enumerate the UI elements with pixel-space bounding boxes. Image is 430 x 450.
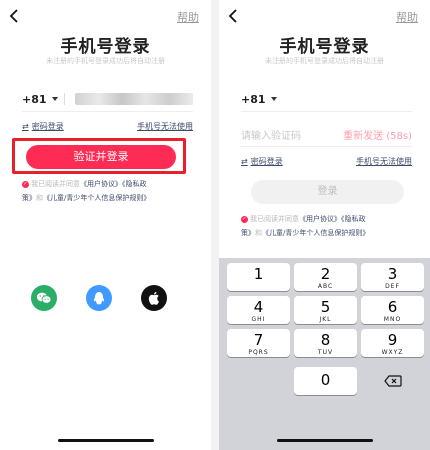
country-code[interactable]: +81 [241,93,266,106]
key-letters: GHI [251,316,266,323]
divider [241,146,412,147]
key-6[interactable]: 6 MNO [361,296,424,324]
page-subtitle: 未注册的手机号登录成功后将自动注册 [46,57,165,65]
privacy-link-cont[interactable]: 策》 [241,229,255,237]
privacy-link[interactable]: 《隐私政 [341,215,366,223]
divider [63,93,65,105]
key-letters: WXYZ [381,349,404,356]
phone-number-redacted[interactable] [74,93,193,105]
user-agreement-link[interactable]: 《用户协议》 [80,180,122,188]
key-digit: 8 [320,331,331,349]
key-digit: 5 [320,298,331,316]
back-icon[interactable] [224,6,244,26]
agreement-text: ✓ 我已阅读并同意《用户协议》《隐私政 策》和《儿童/青少年个人信息保护规则》 [22,177,201,205]
key-letters: MNO [383,316,402,323]
check-icon[interactable]: ✓ [241,215,248,223]
check-icon[interactable]: ✓ [22,180,29,188]
help-link[interactable]: 帮助 [396,9,418,25]
divider [22,111,193,112]
key-digit: 6 [387,298,398,316]
key-letters: ABC [317,283,334,290]
links-row: ⇄ 密码登录 手机号无法使用 [22,121,193,132]
back-icon[interactable] [5,6,25,26]
code-input-row[interactable]: 请输入验证码 重新发送 (58s) [241,127,412,142]
page-title: 手机号登录 [279,37,370,57]
privacy-link-cont[interactable]: 策》 [22,194,36,202]
key-5[interactable]: 5 JKL [294,296,357,324]
key-7[interactable]: 7 PQRS [227,329,290,357]
chevron-down-icon[interactable] [51,97,58,101]
wechat-login-button[interactable] [31,285,57,311]
page-title: 手机号登录 [60,37,151,57]
key-digit: 1 [253,265,264,283]
help-link[interactable]: 帮助 [177,9,199,25]
key-3[interactable]: 3 DEF [361,263,424,291]
wechat-icon [36,292,52,304]
numeric-keypad: 1 2 ABC 3 DEF 4 GHI 5 JKL 6 MNO 7 PQRS 8 TUV 9W… [219,258,430,450]
home-indicator [276,439,373,442]
key-digit: 3 [387,265,398,283]
key-4[interactable]: 4 GHI [227,296,290,324]
right-screen: 帮助 手机号登录 未注册的手机号登录成功后将自动注册 +81 请输入验证码 重新… [219,0,430,450]
home-indicator [57,439,154,442]
country-code[interactable]: +81 [22,93,47,106]
resend-countdown: 重新发送 (58s) [343,131,412,142]
code-input[interactable]: 请输入验证码 [241,127,301,142]
key-2[interactable]: 2 ABC [294,263,357,291]
login-button[interactable]: 登录 [251,180,404,204]
phone-input-row[interactable]: +81 [22,89,193,109]
key-letters: JKL [319,316,332,323]
backspace-icon [383,375,402,387]
key-9[interactable]: 9 WXYZ [361,329,424,357]
qq-login-button[interactable] [86,285,112,311]
page-subtitle: 未注册的手机号登录成功后将自动注册 [265,57,384,65]
agree-prefix: 我已阅读并同意 [31,180,80,188]
password-login-link[interactable]: ⇄ 密码登录 [241,156,283,167]
links-row: ⇄ 密码登录 手机号无法使用 [241,156,412,167]
key-digit: 2 [320,265,331,283]
and-text: 和 [255,229,262,237]
minor-policy-link[interactable]: 《儿童/青少年个人信息保护规则》 [262,229,369,237]
verify-login-button[interactable]: 验证并登录 [26,145,176,169]
key-digit: 0 [320,371,331,389]
password-login-label: 密码登录 [31,122,64,131]
delete-key[interactable] [361,367,424,395]
key-digit: 7 [253,331,264,349]
key-letters: DEF [385,283,400,290]
left-screen: 帮助 手机号登录 未注册的手机号登录成功后将自动注册 +81 ⇄ 密码登录 手机号… [0,0,211,450]
key-digit: 9 [387,331,398,349]
password-login-link[interactable]: ⇄ 密码登录 [22,121,64,132]
password-login-label: 密码登录 [250,157,283,166]
user-agreement-link[interactable]: 《用户协议》 [299,215,341,223]
and-text: 和 [36,194,43,202]
apple-icon [148,291,159,305]
panel-divider [211,0,219,450]
qq-icon [93,291,105,304]
key-digit: 4 [253,298,264,316]
key-1[interactable]: 1 [227,263,290,291]
agreement-text: ✓ 我已阅读并同意《用户协议》《隐私政 策》和《儿童/青少年个人信息保护规则》 [241,212,420,240]
chevron-down-icon[interactable] [270,97,277,101]
agree-prefix: 我已阅读并同意 [250,215,299,223]
privacy-link[interactable]: 《隐私政 [122,180,147,188]
divider [241,111,412,112]
phone-unavailable-link[interactable]: 手机号无法使用 [137,121,193,132]
key-letters: TUV [317,349,334,356]
minor-policy-link[interactable]: 《儿童/青少年个人信息保护规则》 [43,194,150,202]
swap-icon: ⇄ [22,122,29,131]
key-letters: PQRS [248,349,269,356]
key-0[interactable]: 0 [294,367,357,395]
swap-icon: ⇄ [241,157,248,166]
apple-login-button[interactable] [141,285,167,311]
phone-unavailable-link[interactable]: 手机号无法使用 [356,156,412,167]
phone-input-row[interactable]: +81 [241,89,412,109]
key-8[interactable]: 8 TUV [294,329,357,357]
